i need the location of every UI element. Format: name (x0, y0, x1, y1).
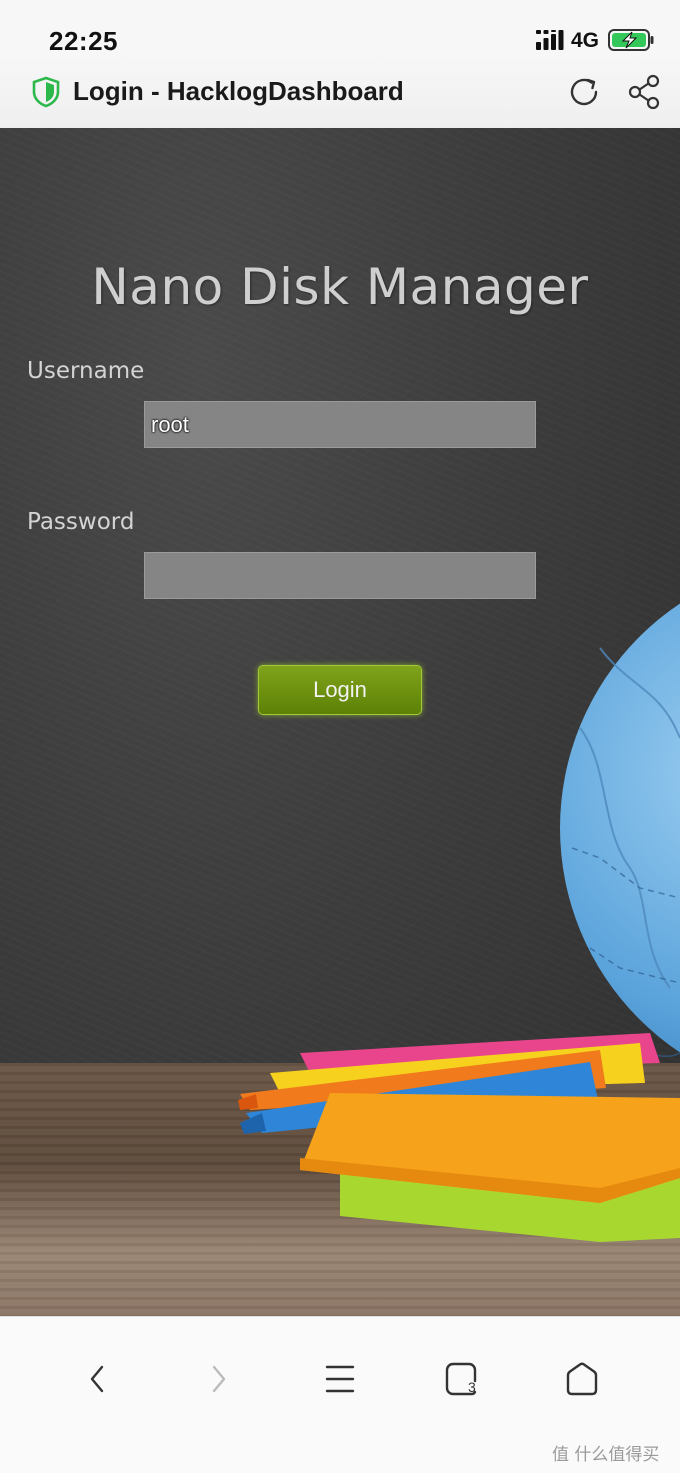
back-icon[interactable] (78, 1361, 118, 1397)
signal-icon (536, 30, 564, 50)
browser-toolbar: 3 值 什么值得买 (0, 1316, 680, 1473)
network-type: 4G (571, 29, 600, 52)
browser-header: Login - HacklogDashboard (0, 56, 680, 129)
page-title: Login - HacklogDashboard (73, 76, 404, 106)
tab-count: 3 (468, 1379, 476, 1395)
home-icon[interactable] (562, 1361, 602, 1397)
tabs-button[interactable]: 3 (441, 1361, 481, 1397)
password-input[interactable] (144, 552, 536, 599)
reload-icon[interactable] (566, 74, 602, 110)
login-button[interactable]: Login (258, 665, 422, 715)
watermark: 值 什么值得买 (552, 1445, 660, 1465)
status-time: 22:25 (49, 26, 118, 56)
sticky-notes-image (300, 1093, 680, 1242)
username-input[interactable] (144, 401, 536, 448)
battery-charging-icon (608, 29, 654, 51)
forward-icon[interactable] (198, 1361, 238, 1397)
login-page: Nano Disk Manager Username Password Logi… (0, 128, 680, 1316)
login-heading: Nano Disk Manager (91, 257, 589, 316)
username-label: Username (27, 358, 145, 384)
menu-icon[interactable] (320, 1361, 360, 1397)
shield-icon[interactable] (32, 76, 60, 108)
password-label: Password (27, 509, 135, 535)
globe-image (560, 603, 680, 1058)
share-icon[interactable] (627, 74, 663, 110)
